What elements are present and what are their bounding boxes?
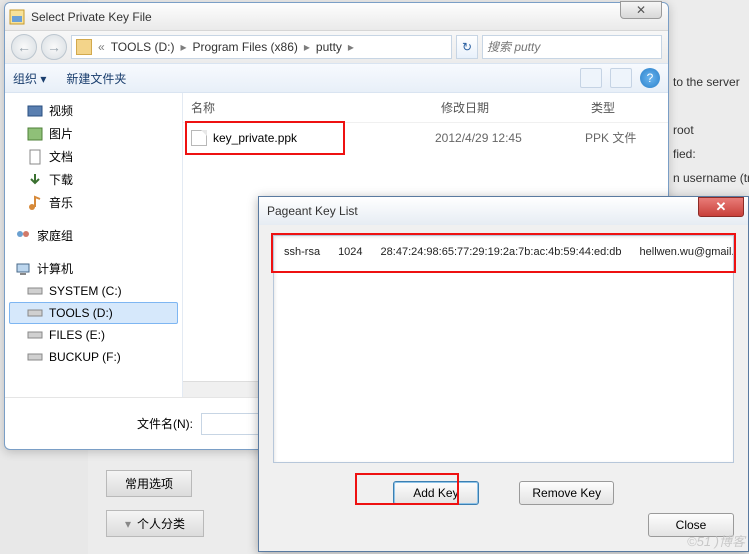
sidebar-item-drive-c[interactable]: SYSTEM (C:) bbox=[9, 280, 178, 302]
filename-label: 文件名(N): bbox=[137, 415, 193, 432]
breadcrumb-seg[interactable]: Program Files (x86) bbox=[193, 40, 298, 54]
key-bits: 1024 bbox=[338, 246, 362, 258]
remove-key-button[interactable]: Remove Key bbox=[519, 481, 614, 505]
add-key-button[interactable]: Add Key bbox=[393, 481, 479, 505]
chevron-right-icon: ▸ bbox=[346, 40, 356, 54]
col-modified[interactable]: 修改日期 bbox=[441, 99, 591, 116]
bg-text: n username (tran bbox=[671, 166, 749, 190]
sidebar-item-drive-d[interactable]: TOOLS (D:) bbox=[9, 302, 178, 324]
refresh-button[interactable]: ↻ bbox=[456, 35, 478, 59]
key-fingerprint: 28:47:24:98:65:77:29:19:2a:7b:ac:4b:59:4… bbox=[381, 246, 622, 258]
breadcrumb-seg[interactable]: putty bbox=[316, 40, 342, 54]
drive-icon bbox=[76, 39, 92, 55]
drive-icon bbox=[27, 305, 43, 321]
video-icon bbox=[27, 103, 43, 119]
key-algo: ssh-rsa bbox=[284, 246, 320, 258]
nav-pane: 视频 图片 文档 下载 音乐 家庭组 计算机 SYSTEM (C:) TOOLS… bbox=[5, 93, 183, 397]
sidebar-item-drive-f[interactable]: BUCKUP (F:) bbox=[9, 346, 178, 368]
search-input[interactable] bbox=[482, 35, 662, 59]
breadcrumb-seg[interactable]: TOOLS (D:) bbox=[111, 40, 175, 54]
sidebar-item-computer[interactable]: 计算机 bbox=[9, 257, 178, 280]
downloads-icon bbox=[27, 172, 43, 188]
breadcrumb[interactable]: « TOOLS (D:) ▸ Program Files (x86) ▸ put… bbox=[71, 35, 452, 59]
chevron-icon: « bbox=[96, 40, 107, 54]
close-button[interactable]: ✕ bbox=[698, 197, 744, 217]
homegroup-icon bbox=[15, 228, 31, 244]
file-modified: 2012/4/29 12:45 bbox=[435, 131, 585, 145]
music-icon bbox=[27, 195, 43, 211]
sidebar-item-documents[interactable]: 文档 bbox=[9, 145, 178, 168]
file-type: PPK 文件 bbox=[585, 129, 660, 146]
chevron-right-icon: ▸ bbox=[302, 40, 312, 54]
sidebar-item-music[interactable]: 音乐 bbox=[9, 191, 178, 214]
bg-text: to the server bbox=[671, 70, 749, 94]
help-icon[interactable]: ? bbox=[640, 68, 660, 88]
view-options-button[interactable] bbox=[580, 68, 602, 88]
new-folder-button[interactable]: 新建文件夹 bbox=[66, 70, 126, 87]
sidebar-item-video[interactable]: 视频 bbox=[9, 99, 178, 122]
file-name: key_private.ppk bbox=[213, 131, 297, 145]
col-type[interactable]: 类型 bbox=[591, 99, 660, 116]
titlebar[interactable]: Select Private Key File ✕ bbox=[5, 3, 668, 31]
drive-icon bbox=[27, 283, 43, 299]
bg-text: fied: bbox=[671, 142, 749, 166]
sidebar-item-pictures[interactable]: 图片 bbox=[9, 122, 178, 145]
toolbar: 组织 ▾ 新建文件夹 ? bbox=[5, 63, 668, 93]
sidebar-item-downloads[interactable]: 下载 bbox=[9, 168, 178, 191]
watermark: ©51 )博客 bbox=[687, 531, 745, 550]
bg-text: root bbox=[671, 118, 749, 142]
back-button[interactable]: ← bbox=[11, 34, 37, 60]
tab-common-options[interactable]: 常用选项 bbox=[106, 470, 192, 497]
forward-button[interactable]: → bbox=[41, 34, 67, 60]
key-row[interactable]: ssh-rsa 1024 28:47:24:98:65:77:29:19:2a:… bbox=[274, 236, 733, 258]
pictures-icon bbox=[27, 126, 43, 142]
window-title: Select Private Key File bbox=[31, 10, 664, 24]
drive-icon bbox=[27, 349, 43, 365]
tab-personal-category[interactable]: ▾个人分类 bbox=[106, 510, 204, 537]
key-list[interactable]: ssh-rsa 1024 28:47:24:98:65:77:29:19:2a:… bbox=[273, 235, 734, 463]
chevron-right-icon: ▸ bbox=[178, 40, 188, 54]
app-icon bbox=[9, 9, 25, 25]
pageant-window: Pageant Key List ✕ ssh-rsa 1024 28:47:24… bbox=[258, 196, 749, 552]
col-name[interactable]: 名称 bbox=[191, 99, 441, 116]
sidebar-item-drive-e[interactable]: FILES (E:) bbox=[9, 324, 178, 346]
address-bar: ← → « TOOLS (D:) ▸ Program Files (x86) ▸… bbox=[5, 31, 668, 63]
computer-icon bbox=[15, 261, 31, 277]
documents-icon bbox=[27, 149, 43, 165]
file-icon bbox=[191, 130, 207, 146]
close-button[interactable]: ✕ bbox=[620, 1, 662, 19]
file-row[interactable]: key_private.ppk 2012/4/29 12:45 PPK 文件 bbox=[183, 123, 668, 152]
pageant-titlebar[interactable]: Pageant Key List bbox=[259, 197, 748, 225]
organize-menu[interactable]: 组织 ▾ bbox=[13, 70, 46, 87]
sidebar-item-homegroup[interactable]: 家庭组 bbox=[9, 224, 178, 247]
key-comment: hellwen.wu@gmail.com bbox=[640, 246, 734, 258]
preview-pane-button[interactable] bbox=[610, 68, 632, 88]
drive-icon bbox=[27, 327, 43, 343]
